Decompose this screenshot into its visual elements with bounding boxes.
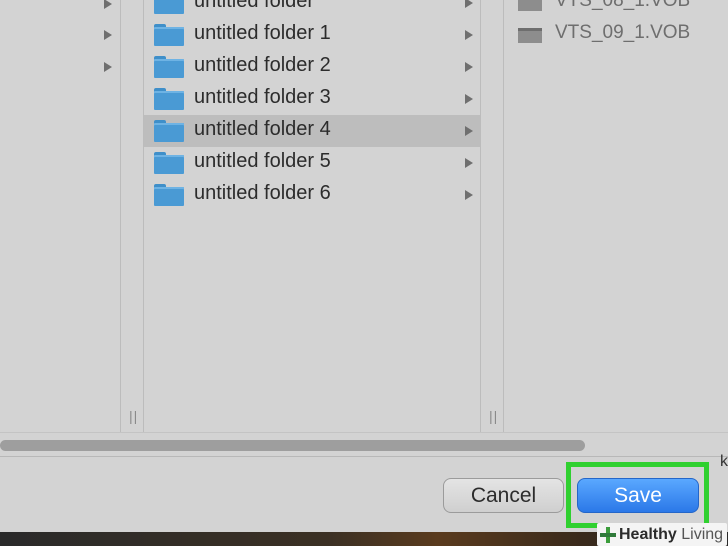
file-row[interactable]: VTS_09_1.VOB	[518, 19, 728, 51]
column-resize-divider[interactable]: ||	[480, 0, 504, 432]
folder-column[interactable]: untitled folder untitled folder 1 untitl…	[144, 0, 480, 432]
folder-row[interactable]: untitled folder 5	[144, 147, 480, 179]
folder-label: untitled folder 4	[194, 118, 331, 140]
folder-label: untitled folder 6	[194, 182, 331, 204]
file-name: VTS_08_1.VOB	[555, 0, 691, 11]
horizontal-scrollbar[interactable]	[0, 432, 728, 457]
disclosure-arrow-icon	[465, 0, 473, 8]
video-file-icon	[518, 0, 542, 11]
file-name: VTS_09_1.VOB	[555, 22, 691, 43]
file-row[interactable]: VTS_08_1.VOB	[518, 0, 728, 19]
folder-icon	[154, 24, 184, 46]
folder-label: untitled folder 3	[194, 86, 331, 108]
folder-icon	[154, 120, 184, 142]
disclosure-arrow-icon[interactable]	[104, 30, 112, 40]
plus-logo-icon	[599, 526, 617, 544]
folder-icon	[154, 56, 184, 78]
folder-row-selected[interactable]: untitled folder 4	[144, 115, 480, 147]
scrollbar-thumb[interactable]	[0, 440, 585, 451]
folder-row[interactable]: untitled folder	[144, 0, 480, 19]
folder-row[interactable]: untitled folder 6	[144, 179, 480, 211]
disclosure-arrow-icon	[465, 30, 473, 40]
video-file-icon	[518, 28, 542, 43]
folder-icon	[154, 184, 184, 206]
disclosure-arrow-icon[interactable]	[104, 62, 112, 72]
folder-label: untitled folder 2	[194, 54, 331, 76]
folder-icon	[154, 152, 184, 174]
column-resize-divider[interactable]: ||	[120, 0, 144, 432]
save-button[interactable]: Save	[577, 478, 699, 513]
file-column[interactable]: VTS_08_1.VOB VTS_09_1.VOB	[504, 0, 728, 432]
folder-label: untitled folder 5	[194, 150, 331, 172]
folder-icon	[154, 0, 184, 14]
disclosure-arrow-icon	[465, 94, 473, 104]
watermark: Healthy Living	[597, 523, 728, 546]
parent-column[interactable]	[0, 0, 120, 432]
disclosure-arrow-icon	[465, 126, 473, 136]
cut-off-text: k	[720, 453, 728, 470]
folder-row[interactable]: untitled folder 3	[144, 83, 480, 115]
watermark-text: Healthy Living	[619, 525, 724, 543]
folder-row[interactable]: untitled folder 1	[144, 19, 480, 51]
resize-handle-icon[interactable]: ||	[129, 408, 138, 424]
folder-label: untitled folder 1	[194, 22, 331, 44]
disclosure-arrow-icon[interactable]	[104, 0, 112, 9]
folder-icon	[154, 88, 184, 110]
resize-handle-icon[interactable]: ||	[489, 408, 498, 424]
cancel-button[interactable]: Cancel	[443, 478, 564, 513]
disclosure-arrow-icon	[465, 158, 473, 168]
disclosure-arrow-icon	[465, 62, 473, 72]
disclosure-arrow-icon	[465, 190, 473, 200]
folder-label: untitled folder	[194, 0, 315, 12]
folder-row[interactable]: untitled folder 2	[144, 51, 480, 83]
